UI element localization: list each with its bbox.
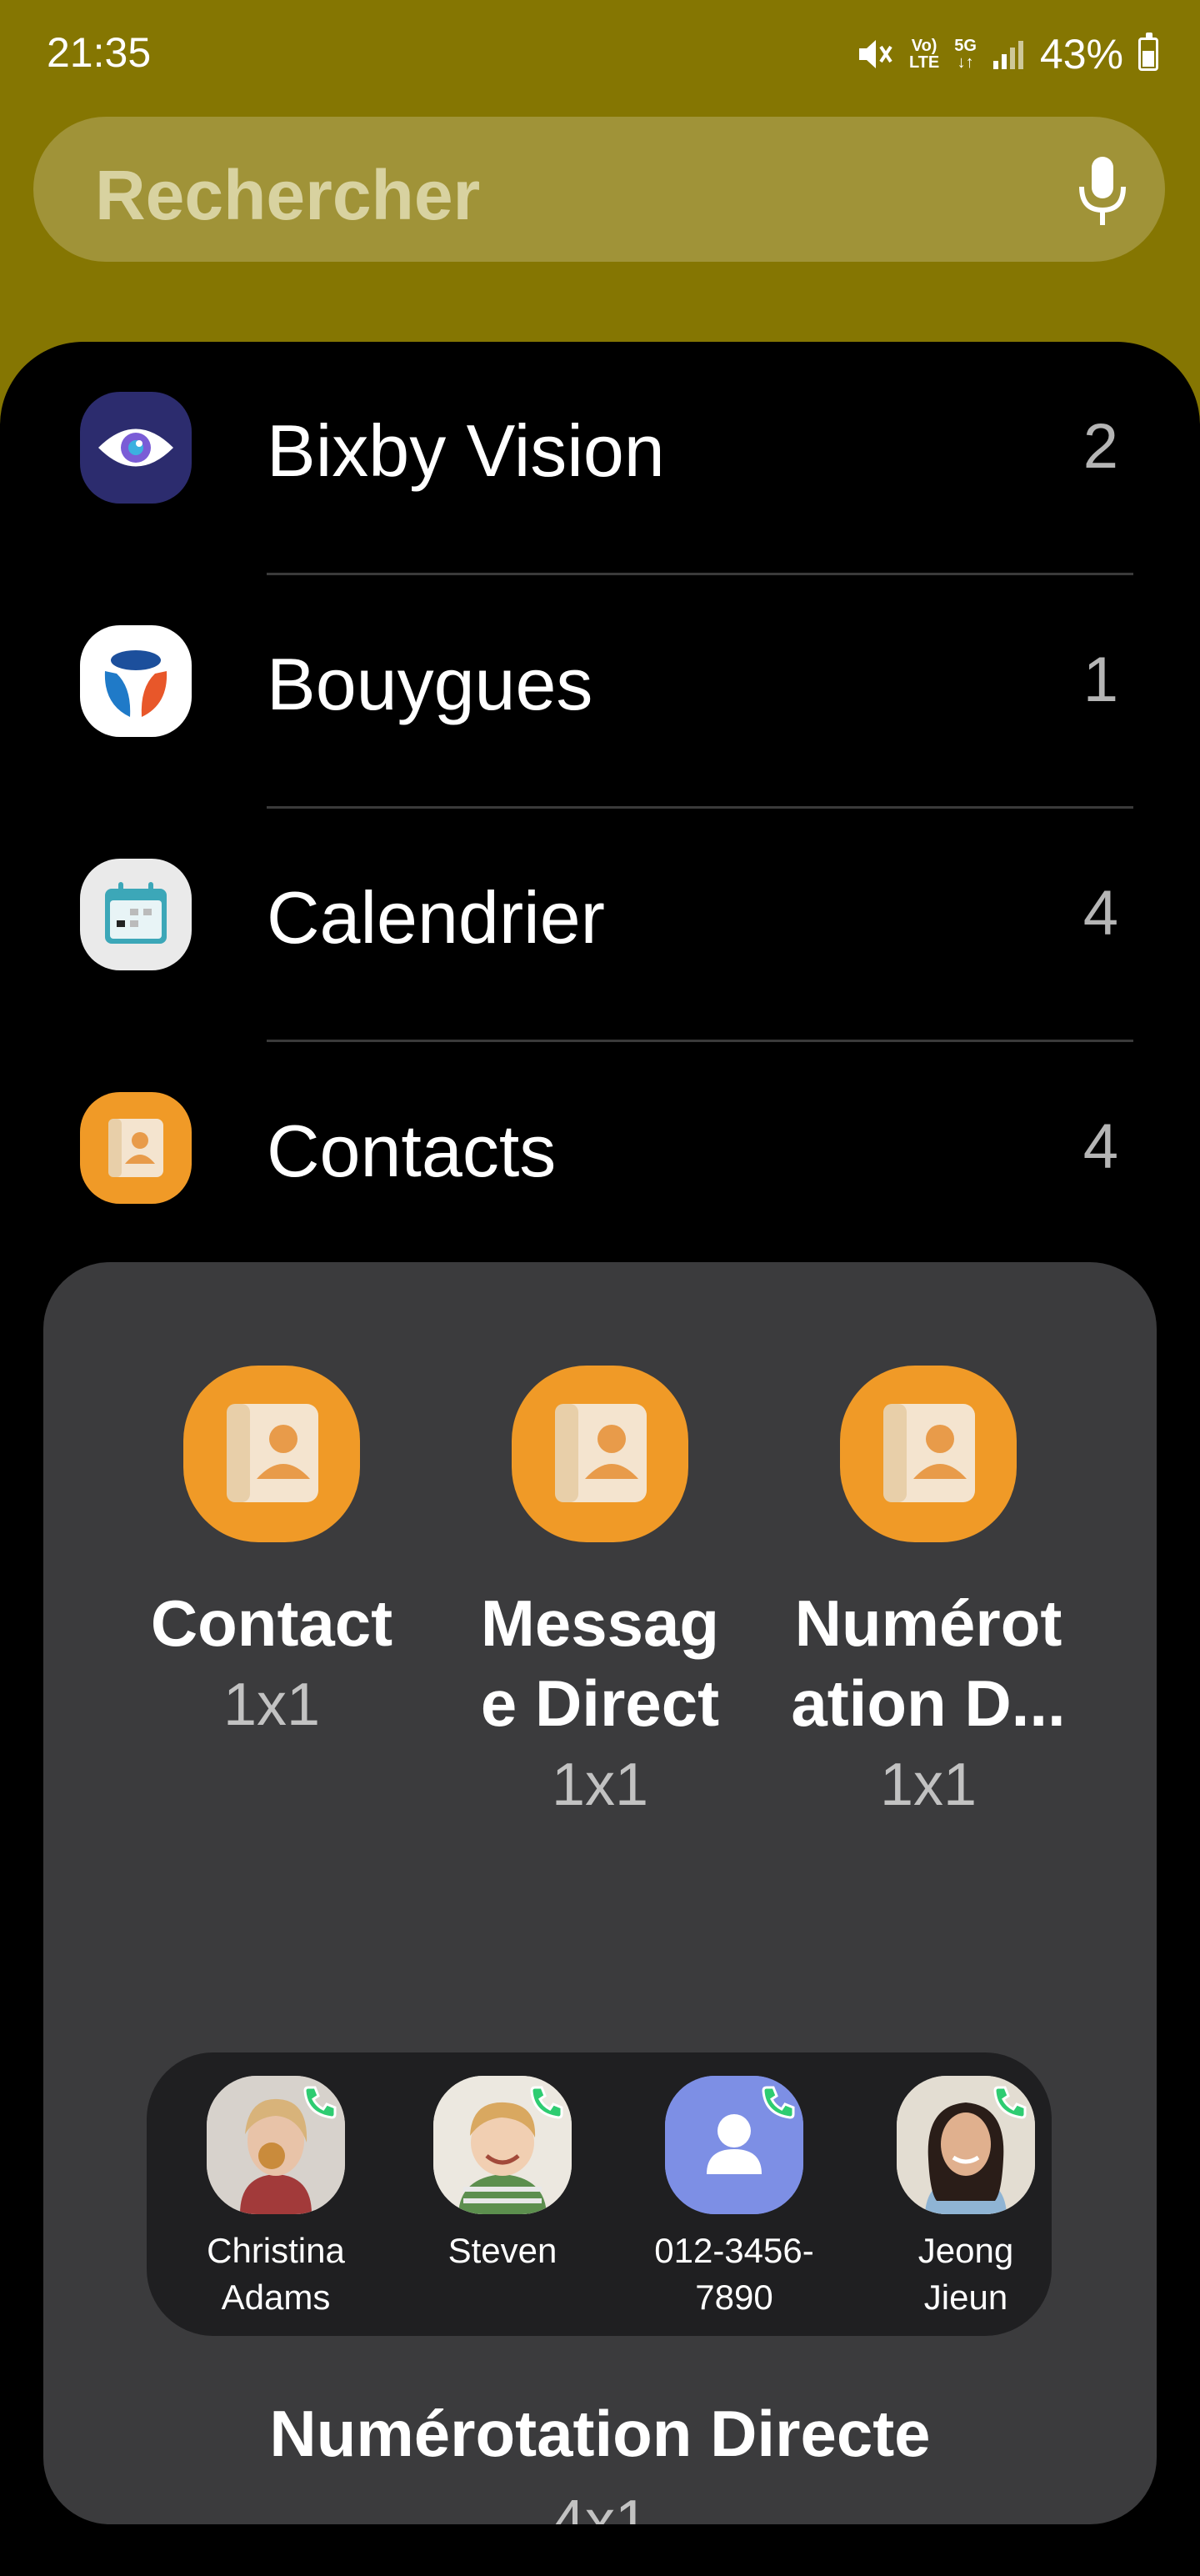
widget-name: Numérot ation D...	[762, 1583, 1095, 1743]
widget-count: 2	[1082, 411, 1118, 482]
contact-name: Christina Adams	[172, 2228, 380, 2321]
data-arrows: ↓↑	[957, 53, 974, 72]
volte-indicator: Vo) LTE	[909, 38, 939, 71]
widget-name: Messag e Direct	[433, 1583, 767, 1743]
widget-numerotation-directe[interactable]: Numérot ation D... 1x1	[762, 1362, 1095, 1827]
contacts-icon	[183, 1366, 360, 1542]
contact-name-line2: Jieun	[923, 2278, 1008, 2317]
contacts-icon	[512, 1366, 688, 1542]
microphone-icon[interactable]	[1073, 153, 1132, 228]
contact-name: Steven	[398, 2228, 607, 2274]
app-name: Calendrier	[267, 876, 605, 959]
contacts-icon	[80, 1092, 192, 1204]
mute-icon	[858, 40, 892, 68]
contact-name-line1: Jeong	[918, 2231, 1014, 2270]
calendar-icon	[80, 859, 192, 970]
avatar	[665, 2076, 803, 2214]
avatar	[897, 2076, 1035, 2214]
phone-call-icon	[530, 2086, 563, 2119]
widget-name: Contact	[150, 1586, 393, 1660]
battery-icon	[1138, 33, 1158, 71]
widget-size: 1x1	[222, 1671, 321, 1738]
contact-name-line1: Christina	[207, 2231, 345, 2270]
battery-percent: 43%	[1039, 31, 1123, 78]
widget-contact[interactable]: Contact 1x1	[105, 1362, 438, 1747]
app-name: Contacts	[267, 1110, 557, 1192]
app-row-bixby-vision[interactable]: Bixby Vision 2	[0, 342, 1200, 575]
phone-call-icon	[303, 2086, 337, 2119]
widget-name-line1: Messag	[480, 1586, 720, 1660]
search-bar[interactable]: Rechercher	[33, 117, 1165, 262]
search-input[interactable]: Rechercher	[95, 155, 480, 236]
widget-message-direct[interactable]: Messag e Direct 1x1	[433, 1362, 767, 1827]
widget-count: 4	[1082, 878, 1118, 949]
status-icons: Vo) LTE 5G ↓↑ 43%	[856, 25, 1158, 83]
clock: 21:35	[47, 29, 152, 76]
app-row-calendrier[interactable]: Calendrier 4	[0, 809, 1200, 1042]
widget-count: 4	[1082, 1111, 1118, 1182]
contact-name-line1: Steven	[448, 2231, 558, 2270]
app-name: Bixby Vision	[267, 409, 665, 492]
bixby-vision-icon	[80, 392, 192, 504]
preview-contact: Steven	[398, 2076, 607, 2274]
preview-contact: 012-3456- 7890	[630, 2076, 838, 2321]
selected-widget-size: 4x1	[551, 2488, 649, 2524]
contacts-icon	[840, 1366, 1017, 1542]
widget-size: 1x1	[879, 1752, 978, 1818]
phone-call-icon	[993, 2086, 1027, 2119]
widget-name-line2: ation D...	[791, 1666, 1066, 1740]
direct-dial-widget-preview[interactable]: Christina Adams Steven 012-3456- 7890 Je…	[147, 2052, 1052, 2336]
widget-size: 1x1	[551, 1752, 649, 1818]
preview-contact: Christina Adams	[172, 2076, 380, 2321]
signal-icon	[992, 41, 1023, 69]
avatar	[433, 2076, 572, 2214]
volte-bottom: LTE	[908, 53, 940, 72]
phone-call-icon	[762, 2086, 795, 2119]
app-row-contacts[interactable]: Contacts 4	[0, 1042, 1200, 1275]
status-bar: 21:35 Vo) LTE 5G ↓↑ 43%	[0, 0, 1200, 108]
contact-name-line2: Adams	[221, 2278, 331, 2317]
contacts-widget-panel: Contact 1x1 Messag e Direct 1x1 Numérot …	[43, 1262, 1157, 2524]
contact-name-line1: 012-3456-	[654, 2231, 814, 2270]
network-type: 5G	[954, 37, 977, 55]
widget-count: 1	[1082, 644, 1118, 715]
volte-top: Vo)	[911, 37, 938, 55]
app-row-bouygues[interactable]: Bouygues 1	[0, 575, 1200, 809]
network-indicator: 5G ↓↑	[954, 38, 977, 71]
bouygues-icon	[80, 625, 192, 737]
contact-name: Jeong Jieun	[862, 2228, 1070, 2321]
selected-widget-title: Numérotation Directe	[269, 2397, 931, 2470]
preview-contact: Jeong Jieun	[862, 2076, 1070, 2321]
contact-name-line2: 7890	[695, 2278, 773, 2317]
contact-name: 012-3456- 7890	[630, 2228, 838, 2321]
widget-name-line2: e Direct	[480, 1666, 720, 1740]
widget-name-line1: Numérot	[794, 1586, 1062, 1660]
app-name: Bouygues	[267, 643, 593, 725]
avatar	[207, 2076, 345, 2214]
